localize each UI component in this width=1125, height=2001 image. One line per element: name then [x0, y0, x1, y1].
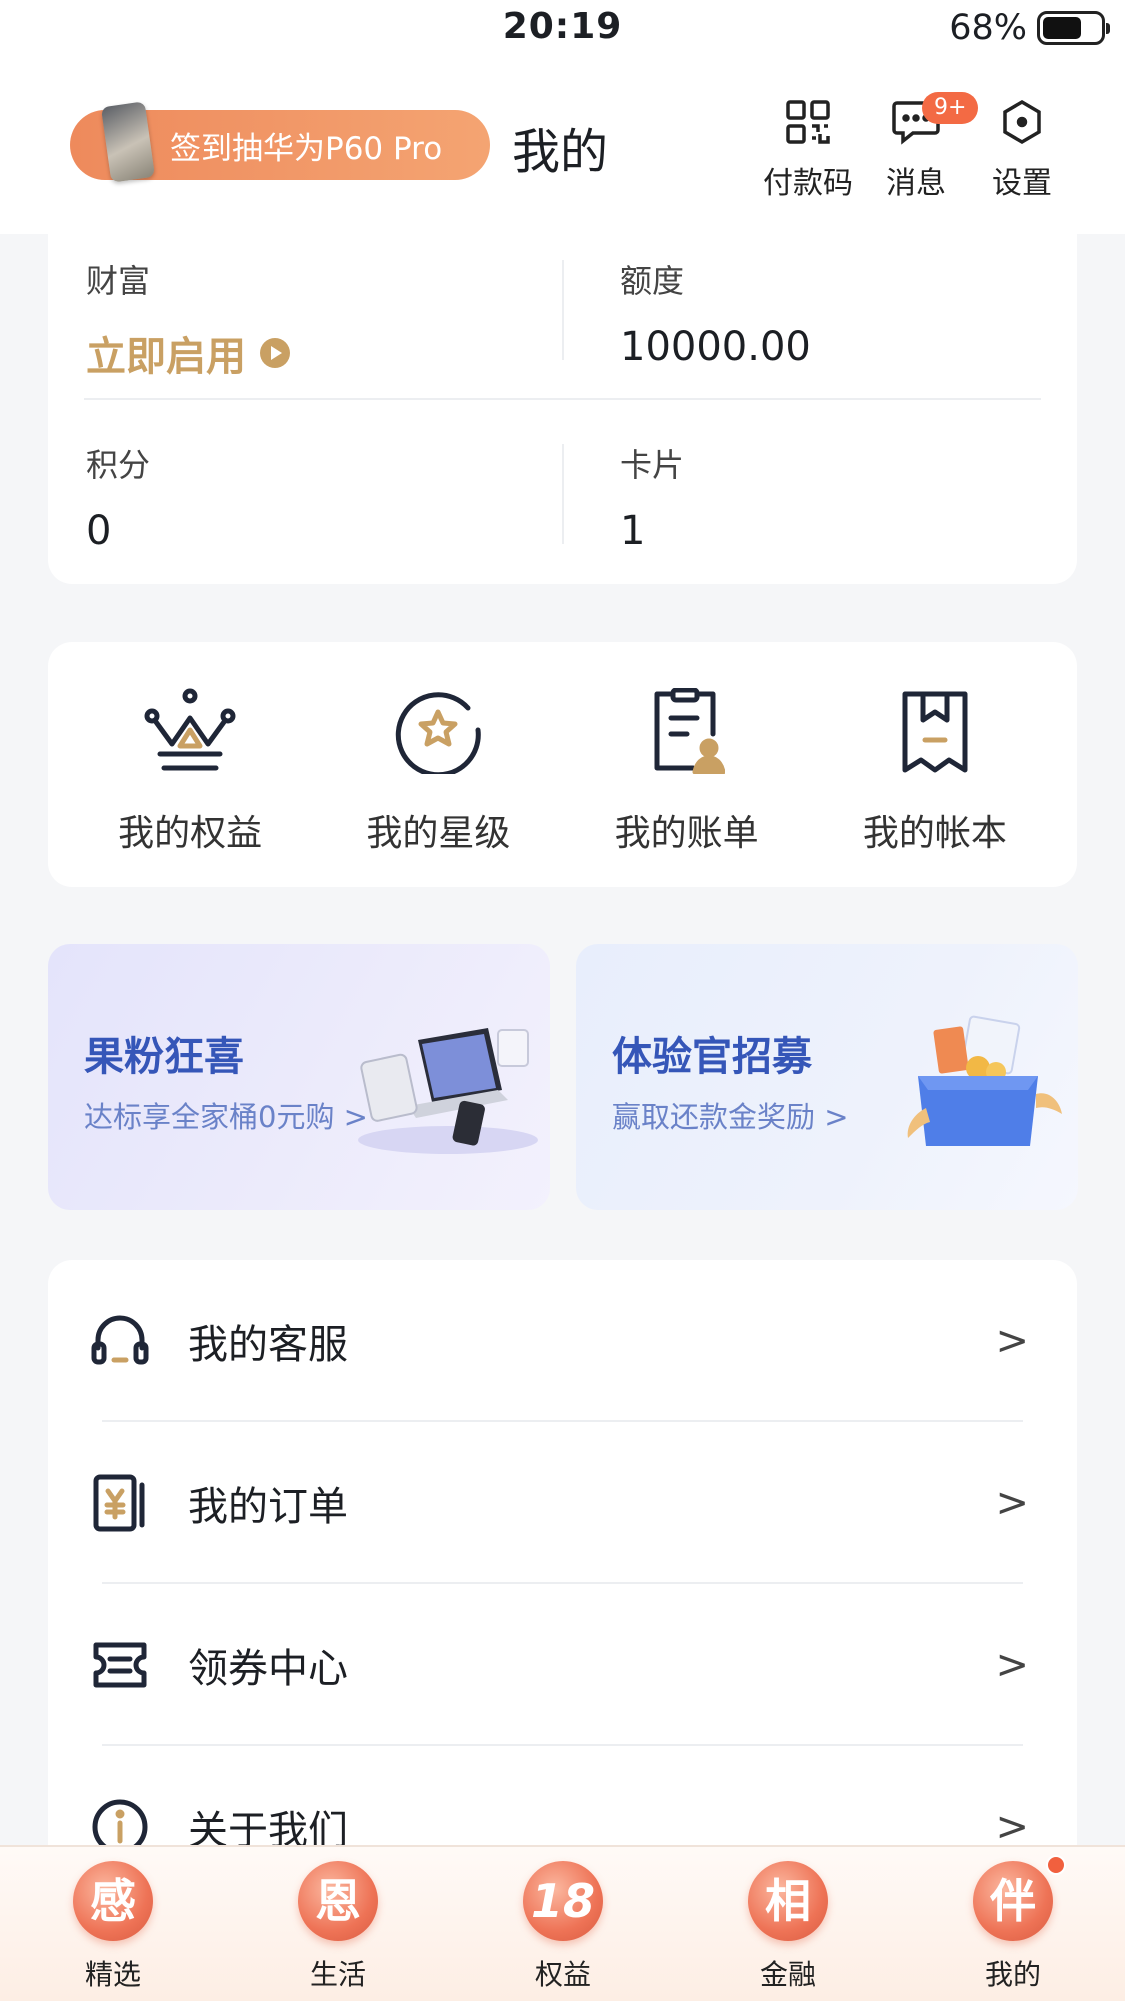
coupon-center-label: 领券中心	[188, 1646, 348, 1692]
my-bill-label: 我的账单	[614, 813, 759, 854]
page-title: 我的	[512, 124, 609, 180]
cards-value: 1	[620, 508, 646, 554]
banner-subtitle: 赢取还款金奖励 >	[612, 1100, 849, 1134]
customer-service-label: 我的客服	[188, 1322, 348, 1368]
my-orders-label: 我的订单	[188, 1484, 348, 1530]
phone-promo-image	[100, 101, 156, 183]
my-ledger-button[interactable]: 我的帐本	[820, 682, 1050, 887]
devices-illustration	[358, 1028, 538, 1154]
payment-code-label: 付款码	[763, 166, 853, 201]
about-us-item[interactable]: 关于我们 >	[48, 1746, 1077, 1860]
status-bar: 20:19 68%	[0, 0, 1125, 62]
finance-tab-icon: 相	[748, 1861, 828, 1941]
promo-label: 签到抽华为P60 Pro	[170, 130, 443, 167]
order-icon	[90, 1473, 150, 1533]
life-tab-icon: 恩	[298, 1861, 378, 1941]
tab-mine[interactable]: 伴 我的	[948, 1855, 1078, 1993]
benefits-tab-icon: 18	[523, 1861, 603, 1941]
banner-subtitle: 达标享全家桶0元购 >	[84, 1100, 368, 1134]
wealth-label: 财富	[86, 262, 151, 300]
cards-label: 卡片	[620, 446, 685, 484]
menu-list-card: 我的客服 > 我的订单 > 领券中心 > 关于我们 >	[48, 1260, 1077, 1860]
experience-officer-banner[interactable]: 体验官招募 赢取还款金奖励 >	[576, 944, 1078, 1210]
notification-dot	[1046, 1855, 1066, 1875]
divider	[562, 260, 564, 360]
qr-code-icon	[758, 92, 858, 152]
battery-indicator: 68%	[949, 8, 1110, 48]
messages-button[interactable]: 9+ 消息	[866, 92, 979, 202]
limit-stat[interactable]: 额度 10000.00	[620, 256, 811, 370]
bill-icon	[572, 682, 802, 774]
banner-title: 体验官招募	[612, 1034, 812, 1080]
crown-icon	[75, 682, 305, 774]
points-stat[interactable]: 积分 0	[86, 440, 150, 554]
gift-box-illustration	[907, 1015, 1062, 1146]
tab-benefits[interactable]: 18 权益	[498, 1861, 628, 1993]
chevron-right-icon: >	[995, 1804, 1029, 1850]
my-benefits-button[interactable]: 我的权益	[75, 682, 305, 887]
customer-service-item[interactable]: 我的客服 >	[48, 1260, 1077, 1422]
my-star-level-label: 我的星级	[366, 813, 511, 854]
divider	[562, 444, 564, 544]
cards-stat[interactable]: 卡片 1	[620, 440, 684, 554]
payment-code-button[interactable]: 付款码	[758, 92, 858, 202]
chevron-right-icon: >	[995, 1318, 1029, 1364]
tab-finance[interactable]: 相 金融	[723, 1861, 853, 1993]
battery-percent: 68%	[949, 8, 1027, 48]
settings-icon	[972, 92, 1072, 152]
limit-value: 10000.00	[620, 324, 811, 370]
tab-label: 我的	[984, 1958, 1041, 1991]
divider	[84, 398, 1041, 400]
star-badge-icon	[323, 682, 553, 774]
my-bill-button[interactable]: 我的账单	[572, 682, 802, 887]
mine-tab-icon: 伴	[973, 1861, 1053, 1941]
my-benefits-label: 我的权益	[118, 813, 263, 854]
tab-featured[interactable]: 感 精选	[48, 1861, 178, 1993]
wealth-enable-link[interactable]: 立即启用	[86, 324, 290, 382]
bookmark-book-icon	[820, 682, 1050, 774]
tab-label: 权益	[534, 1958, 591, 1991]
promo-pill[interactable]: 签到抽华为P60 Pro	[70, 101, 490, 183]
featured-tab-icon: 感	[73, 1861, 153, 1941]
my-ledger-label: 我的帐本	[862, 813, 1007, 854]
tab-label: 金融	[759, 1958, 816, 1991]
battery-icon	[1037, 11, 1110, 45]
points-label: 积分	[86, 446, 151, 484]
apple-fans-banner[interactable]: 果粉狂喜 达标享全家桶0元购 >	[48, 944, 550, 1210]
tab-life[interactable]: 恩 生活	[273, 1861, 403, 1993]
points-value: 0	[86, 508, 112, 554]
tab-label: 精选	[84, 1958, 141, 1991]
limit-label: 额度	[620, 262, 685, 300]
coupon-icon	[90, 1635, 150, 1695]
bottom-tab-bar: 感 精选 恩 生活 18 权益 相 金融 伴 我的	[0, 1845, 1125, 2001]
settings-button[interactable]: 设置	[972, 92, 1072, 202]
chevron-right-icon: >	[995, 1480, 1029, 1526]
coupon-center-item[interactable]: 领券中心 >	[48, 1584, 1077, 1746]
quick-actions-card: 我的权益 我的星级 我的账单 我的帐本	[48, 642, 1077, 887]
account-summary-card: 财富 立即启用 额度 10000.00 积分 0 卡片 1	[48, 234, 1077, 584]
tab-label: 生活	[309, 1958, 366, 1991]
settings-label: 设置	[992, 166, 1052, 201]
banner-title: 果粉狂喜	[84, 1034, 244, 1080]
message-count-badge: 9+	[922, 92, 979, 124]
headset-icon	[90, 1311, 150, 1371]
header: 签到抽华为P60 Pro 我的 付款码 9+ 消息 设置	[0, 62, 1125, 234]
messages-label: 消息	[886, 166, 946, 201]
my-orders-item[interactable]: 我的订单 >	[48, 1422, 1077, 1584]
play-icon	[260, 338, 290, 368]
wealth-stat[interactable]: 财富 立即启用	[86, 256, 290, 382]
my-star-level-button[interactable]: 我的星级	[323, 682, 553, 887]
chevron-right-icon: >	[995, 1642, 1029, 1688]
